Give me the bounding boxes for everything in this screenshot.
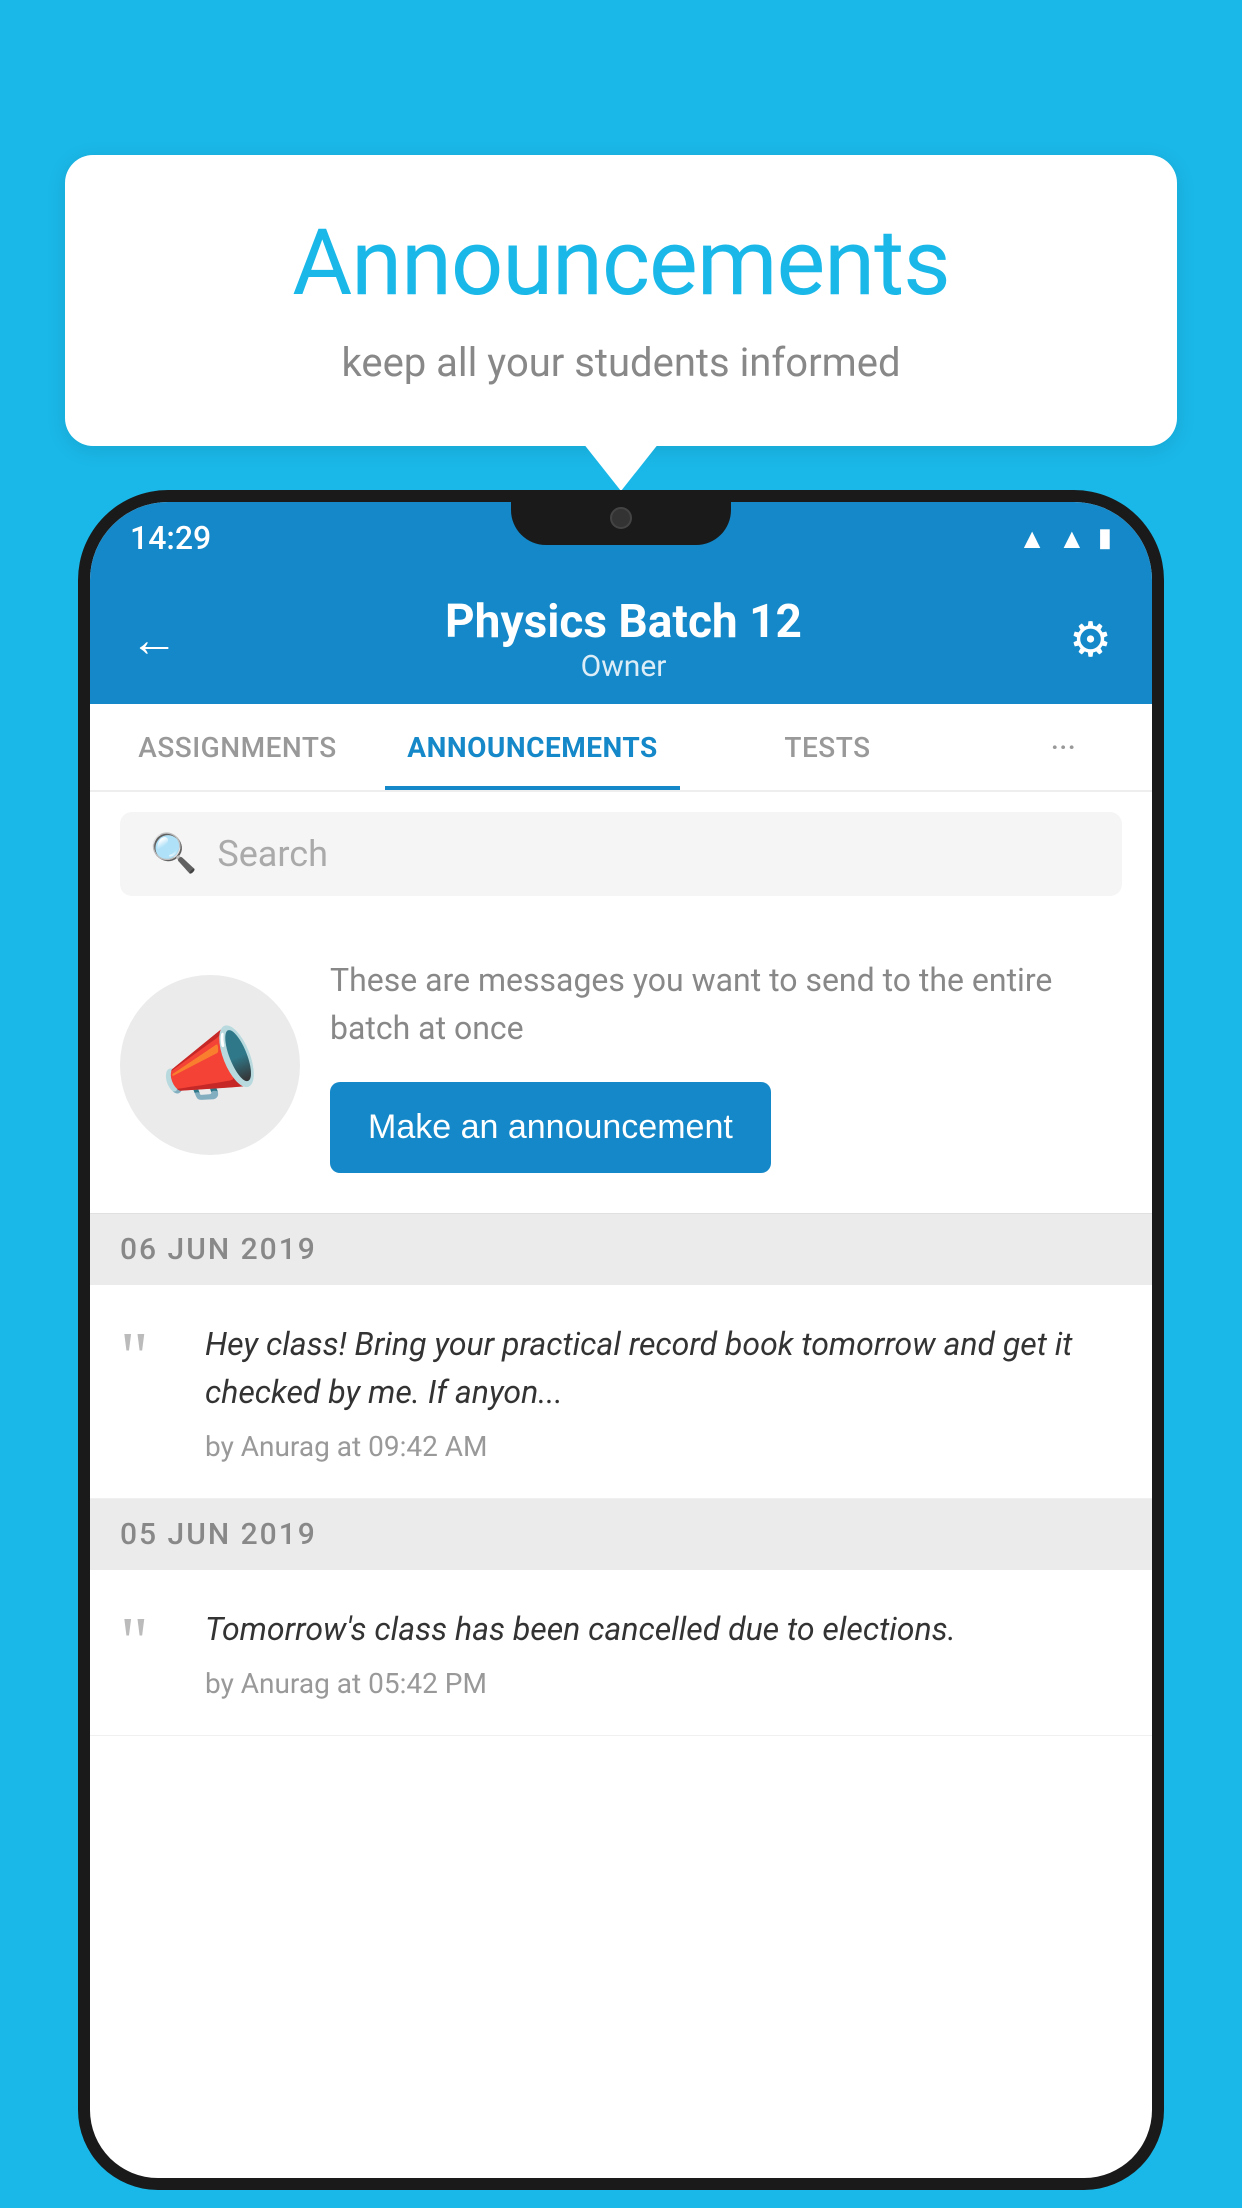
phone-mockup: 14:29 ▲ ▲ ▮ ← Physics Batch 12 Owner ⚙ bbox=[78, 490, 1164, 2208]
announcement-message-1: Hey class! Bring your practical record b… bbox=[205, 1320, 1122, 1416]
megaphone-icon: 📣 bbox=[160, 1018, 260, 1112]
announcement-item-1[interactable]: " Hey class! Bring your practical record… bbox=[90, 1285, 1152, 1499]
speech-bubble: Announcements keep all your students inf… bbox=[65, 155, 1177, 446]
app-header: ← Physics Batch 12 Owner ⚙ bbox=[90, 574, 1152, 704]
quote-icon-1: " bbox=[120, 1330, 180, 1386]
speech-bubble-subtitle: keep all your students informed bbox=[125, 339, 1117, 386]
prompt-right: These are messages you want to send to t… bbox=[330, 956, 1122, 1173]
announcement-prompt: 📣 These are messages you want to send to… bbox=[90, 916, 1152, 1214]
speech-bubble-title: Announcements bbox=[125, 210, 1117, 317]
status-time: 14:29 bbox=[130, 519, 211, 557]
tab-assignments[interactable]: ASSIGNMENTS bbox=[90, 704, 385, 790]
back-button[interactable]: ← bbox=[130, 611, 178, 668]
phone-notch bbox=[511, 490, 731, 545]
search-bar[interactable]: 🔍 Search bbox=[120, 812, 1122, 896]
announcement-content-2: Tomorrow's class has been cancelled due … bbox=[205, 1605, 1122, 1700]
tab-tests[interactable]: TESTS bbox=[680, 704, 975, 790]
megaphone-circle: 📣 bbox=[120, 975, 300, 1155]
search-container: 🔍 Search bbox=[90, 792, 1152, 916]
quote-icon-2: " bbox=[120, 1615, 180, 1671]
announcement-content-1: Hey class! Bring your practical record b… bbox=[205, 1320, 1122, 1463]
phone-screen: 14:29 ▲ ▲ ▮ ← Physics Batch 12 Owner ⚙ bbox=[90, 502, 1152, 2178]
search-icon: 🔍 bbox=[150, 832, 197, 876]
prompt-description: These are messages you want to send to t… bbox=[330, 956, 1122, 1052]
announcement-message-2: Tomorrow's class has been cancelled due … bbox=[205, 1605, 1122, 1653]
wifi-icon: ▲ bbox=[1018, 522, 1046, 555]
date-separator-2: 05 JUN 2019 bbox=[90, 1499, 1152, 1570]
signal-icon: ▲ bbox=[1058, 522, 1086, 555]
make-announcement-button[interactable]: Make an announcement bbox=[330, 1082, 771, 1173]
phone-outer: 14:29 ▲ ▲ ▮ ← Physics Batch 12 Owner ⚙ bbox=[78, 490, 1164, 2190]
announcement-item-2[interactable]: " Tomorrow's class has been cancelled du… bbox=[90, 1570, 1152, 1736]
tab-announcements[interactable]: ANNOUNCEMENTS bbox=[385, 704, 680, 790]
batch-title: Physics Batch 12 bbox=[178, 595, 1069, 649]
owner-label: Owner bbox=[178, 649, 1069, 684]
announcement-meta-2: by Anurag at 05:42 PM bbox=[205, 1667, 1122, 1700]
settings-button[interactable]: ⚙ bbox=[1069, 611, 1112, 668]
status-icons: ▲ ▲ ▮ bbox=[1018, 522, 1112, 555]
search-placeholder: Search bbox=[217, 833, 328, 875]
battery-icon: ▮ bbox=[1098, 523, 1112, 553]
camera bbox=[610, 507, 632, 529]
announcement-meta-1: by Anurag at 09:42 AM bbox=[205, 1430, 1122, 1463]
tab-more[interactable]: ··· bbox=[975, 704, 1152, 790]
tabs-bar: ASSIGNMENTS ANNOUNCEMENTS TESTS ··· bbox=[90, 704, 1152, 792]
header-center: Physics Batch 12 Owner bbox=[178, 595, 1069, 684]
speech-bubble-container: Announcements keep all your students inf… bbox=[65, 155, 1177, 446]
date-separator-1: 06 JUN 2019 bbox=[90, 1214, 1152, 1285]
